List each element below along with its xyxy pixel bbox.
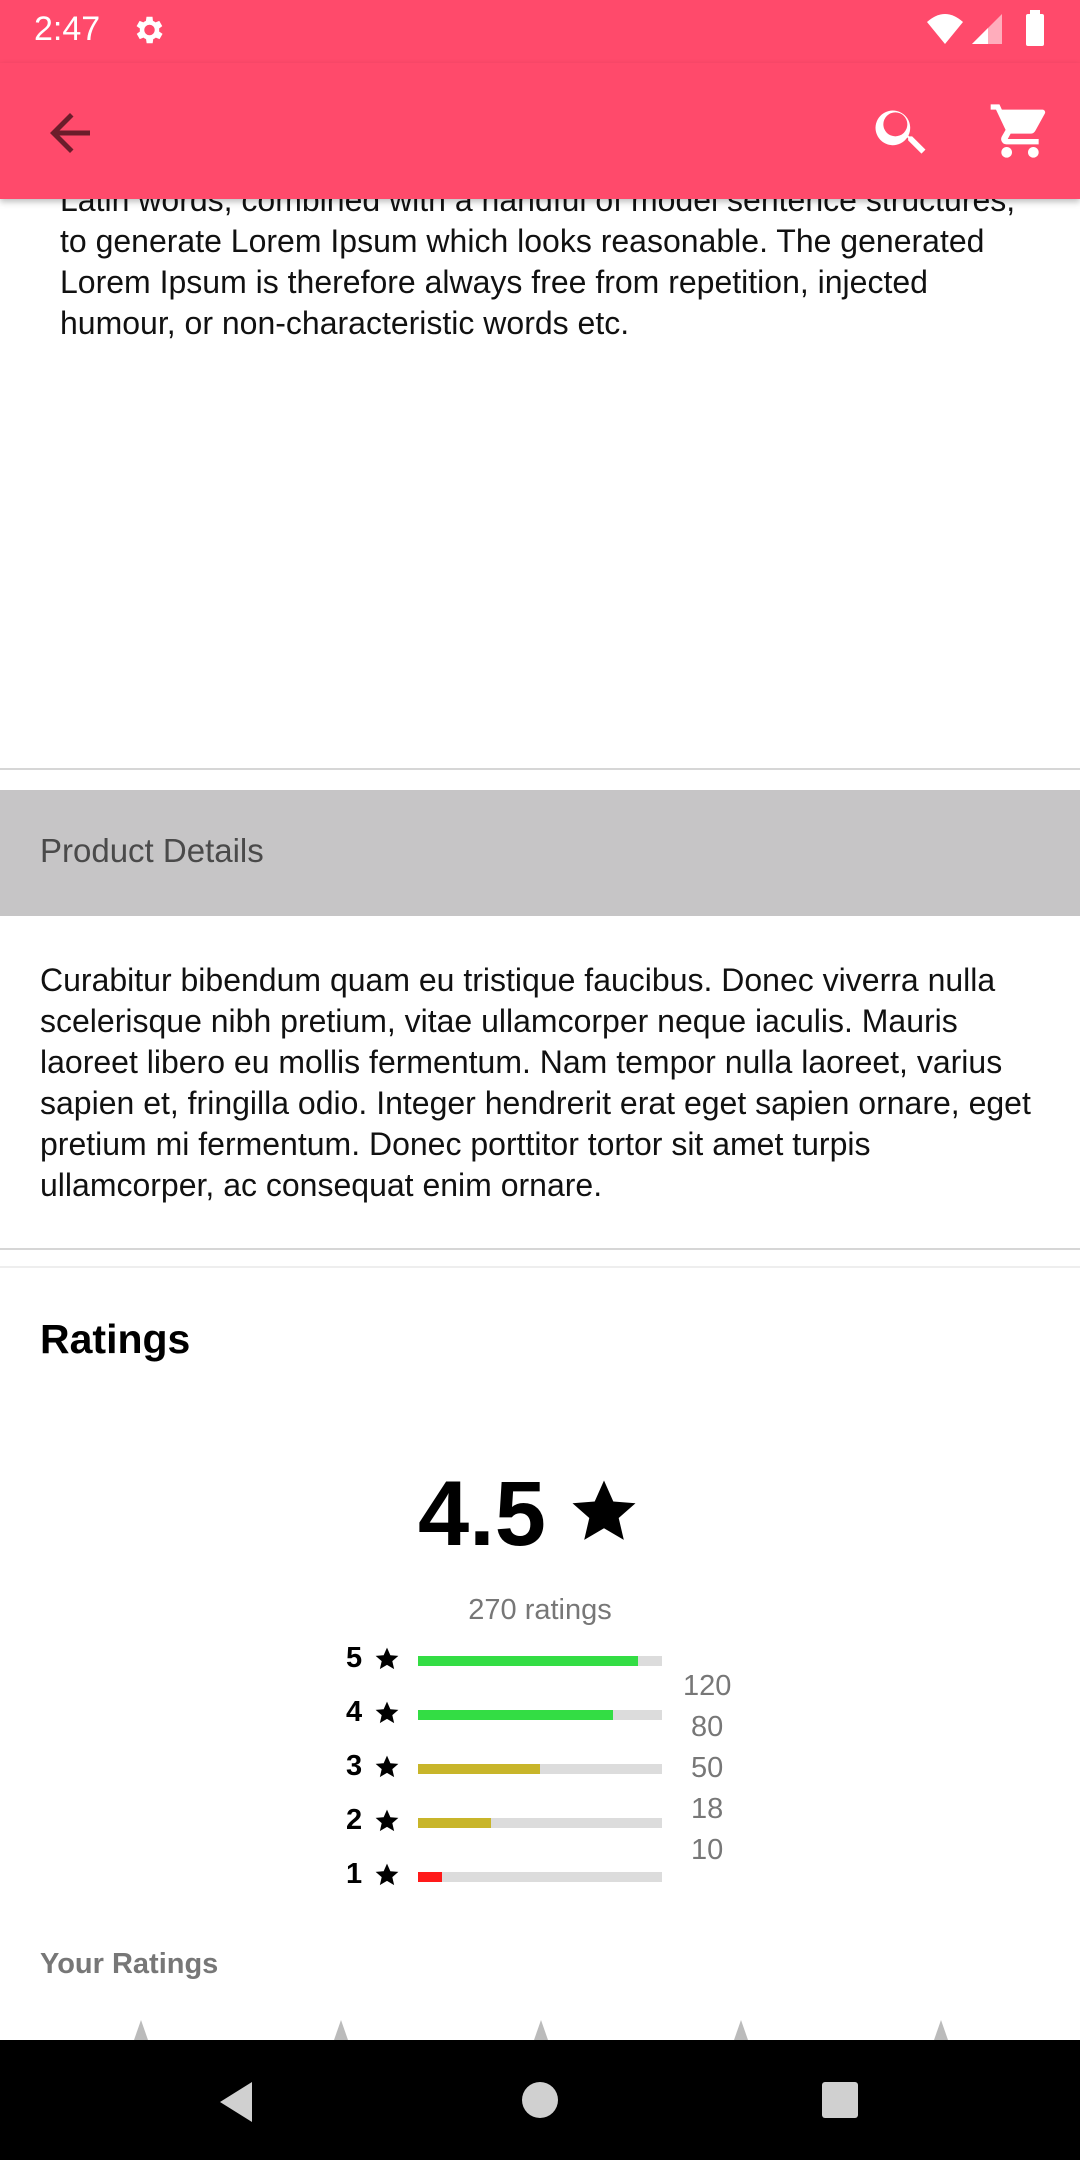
rating-bar-fill xyxy=(418,1818,492,1828)
star-icon xyxy=(374,1700,400,1726)
rating-row-star-value: 4 xyxy=(346,1696,363,1728)
section-divider xyxy=(0,1248,1080,1250)
rate-star-icon[interactable] xyxy=(126,2020,156,2040)
your-ratings-label: Your Ratings xyxy=(40,1948,219,1980)
section-divider xyxy=(0,768,1080,770)
rating-row-count: 10 xyxy=(691,1834,724,1866)
star-icon xyxy=(374,1808,400,1834)
ratings-count: 270 ratings xyxy=(468,1594,612,1626)
battery-icon xyxy=(1024,10,1046,53)
star-icon xyxy=(374,1754,400,1780)
product-details-body: Curabitur bibendum quam eu tristique fau… xyxy=(40,962,1031,1203)
star-icon xyxy=(568,1476,640,1548)
rating-row-star-value: 1 xyxy=(346,1858,363,1890)
status-time: 2:47 xyxy=(34,10,101,48)
rating-row-star-value: 5 xyxy=(346,1642,363,1674)
section-divider xyxy=(0,1266,1080,1268)
wifi-icon xyxy=(925,12,965,51)
system-navigation-bar xyxy=(0,2040,1080,2160)
arrow-left-icon[interactable] xyxy=(40,103,100,163)
your-rating-stars[interactable] xyxy=(0,2020,1080,2040)
star-icon xyxy=(374,1646,400,1672)
app-bar xyxy=(0,63,1080,199)
rate-star-icon[interactable] xyxy=(926,2020,956,2040)
star-icon xyxy=(374,1862,400,1888)
shopping-cart-icon[interactable] xyxy=(988,99,1052,163)
product-details-header[interactable]: Product Details xyxy=(0,790,1080,916)
rate-star-icon[interactable] xyxy=(726,2020,756,2040)
rating-row-star-value: 2 xyxy=(346,1804,363,1836)
nav-home-icon[interactable] xyxy=(522,2082,558,2118)
description-section: Latin words, combined with a handful of … xyxy=(0,199,1080,769)
rating-bar-fill xyxy=(418,1764,540,1774)
rating-row-count: 18 xyxy=(691,1793,724,1825)
rating-bar-track xyxy=(418,1710,662,1720)
rate-star-icon[interactable] xyxy=(326,2020,356,2040)
rating-bar-fill xyxy=(418,1656,638,1666)
average-rating: 4.5 xyxy=(418,1463,546,1565)
status-bar: 2:47 xyxy=(0,0,1080,63)
rating-row-count: 50 xyxy=(691,1752,724,1784)
rating-bar-track xyxy=(418,1764,662,1774)
description-text: Latin words, combined with a handful of … xyxy=(60,199,1016,341)
rating-bar-fill xyxy=(418,1710,614,1720)
rating-row-star-value: 3 xyxy=(346,1750,363,1782)
nav-recents-icon[interactable] xyxy=(822,2082,858,2118)
rating-bar-track xyxy=(418,1818,662,1828)
rating-bar-track xyxy=(418,1656,662,1666)
rate-star-icon[interactable] xyxy=(526,2020,556,2040)
nav-back-icon[interactable] xyxy=(216,2080,256,2129)
search-icon[interactable] xyxy=(870,99,934,163)
rating-bar-track xyxy=(418,1872,662,1882)
rating-bar-fill xyxy=(418,1872,443,1882)
ratings-title: Ratings xyxy=(40,1316,191,1362)
cellular-signal-icon xyxy=(970,12,1004,51)
product-details-title: Product Details xyxy=(40,832,264,869)
rating-row-count: 80 xyxy=(691,1711,724,1743)
settings-gear-icon xyxy=(130,12,170,52)
